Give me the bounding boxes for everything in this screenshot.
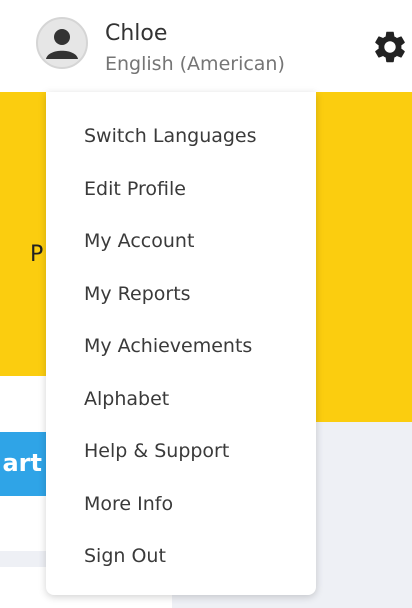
menu-item-edit-profile[interactable]: Edit Profile (46, 164, 316, 216)
menu-item-label: My Account (84, 230, 195, 252)
menu-item-label: Edit Profile (84, 178, 186, 200)
menu-item-my-achievements[interactable]: My Achievements (46, 321, 316, 373)
menu-item-more-info[interactable]: More Info (46, 479, 316, 531)
menu-item-label: My Reports (84, 283, 191, 305)
menu-item-sign-out[interactable]: Sign Out (46, 531, 316, 583)
menu-item-label: Help & Support (84, 440, 230, 462)
gear-icon[interactable] (371, 28, 409, 66)
menu-item-label: Switch Languages (84, 125, 257, 147)
user-language: English (American) (105, 53, 285, 75)
user-avatar-icon[interactable] (36, 17, 88, 69)
menu-item-my-account[interactable]: My Account (46, 216, 316, 268)
menu-item-label: Alphabet (84, 388, 170, 410)
menu-item-help-support[interactable]: Help & Support (46, 426, 316, 478)
start-button[interactable]: art (0, 432, 46, 496)
header: Chloe English (American) (0, 0, 412, 92)
menu-item-my-reports[interactable]: My Reports (46, 269, 316, 321)
menu-item-alphabet[interactable]: Alphabet (46, 374, 316, 426)
menu-item-label: More Info (84, 493, 174, 515)
user-name: Chloe (105, 21, 168, 46)
banner-text: P (30, 242, 44, 267)
menu-item-switch-languages[interactable]: Switch Languages (46, 111, 316, 163)
user-dropdown-menu: Switch Languages Edit Profile My Account… (46, 92, 316, 595)
menu-item-label: My Achievements (84, 335, 253, 357)
start-button-label: art (2, 449, 42, 477)
menu-item-label: Sign Out (84, 545, 166, 567)
